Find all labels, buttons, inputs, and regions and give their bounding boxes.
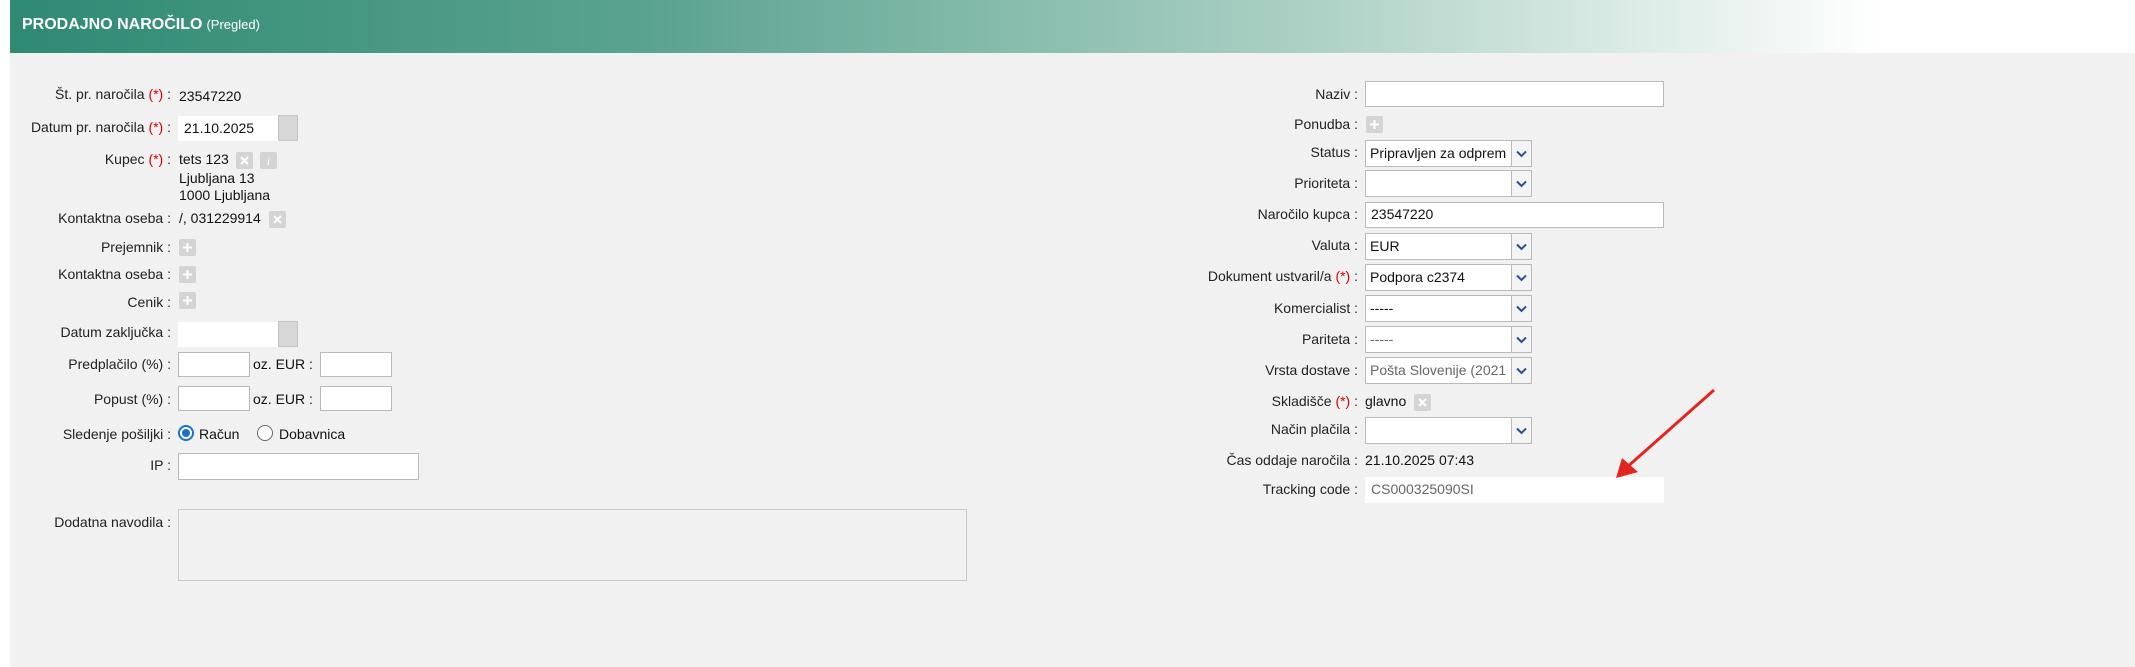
chevron-down-icon bbox=[1511, 234, 1531, 259]
recipient-add-icon[interactable] bbox=[179, 239, 196, 256]
commercialist-value: ----- bbox=[1370, 300, 1394, 316]
status-label: Status : bbox=[1310, 144, 1358, 160]
created-by-label: Dokument ustvaril/a (*) : bbox=[1207, 268, 1358, 284]
buyer-remove-icon[interactable] bbox=[236, 152, 253, 169]
currency-label: Valuta : bbox=[1311, 237, 1358, 253]
pricelist-add-icon[interactable] bbox=[179, 292, 196, 309]
close-date-label: Datum zaključka : bbox=[60, 324, 171, 340]
buyer-info-icon[interactable]: i bbox=[260, 152, 277, 169]
notes-textarea[interactable] bbox=[178, 509, 967, 581]
annotation-arrow bbox=[1616, 388, 1715, 478]
commercialist-label: Komercialist : bbox=[1273, 300, 1358, 316]
prepayment-eur-label: oz. EUR : bbox=[253, 356, 313, 372]
currency-select[interactable]: EUR bbox=[1365, 233, 1532, 260]
chevron-down-icon bbox=[1511, 265, 1531, 290]
prepayment-eur-input[interactable] bbox=[320, 352, 392, 377]
status-select[interactable]: Pripravljen za odprem bbox=[1365, 140, 1532, 167]
calendar-icon[interactable] bbox=[278, 115, 298, 141]
ip-label: IP : bbox=[150, 457, 171, 473]
tracking-label: Sledenje pošiljki : bbox=[62, 426, 171, 442]
recipient-label: Prejemnik : bbox=[100, 239, 171, 255]
parity-select[interactable]: ----- bbox=[1365, 326, 1532, 353]
chevron-down-icon bbox=[1511, 296, 1531, 321]
title-subtitle: (Pregled) bbox=[206, 17, 260, 32]
notes-label: Dodatna navodila : bbox=[54, 514, 171, 530]
contact-value: /, 031229914 bbox=[179, 210, 261, 226]
buyer-city: 1000 Ljubljana bbox=[179, 187, 271, 203]
priority-label: Prioriteta : bbox=[1294, 175, 1358, 191]
discount-eur-label: oz. EUR : bbox=[253, 391, 313, 407]
chevron-down-icon bbox=[1511, 141, 1531, 166]
customer-order-input[interactable]: 23547220 bbox=[1365, 202, 1664, 228]
warehouse-remove-icon[interactable] bbox=[1414, 394, 1431, 411]
radio-dobavnica-label: Dobavnica bbox=[279, 426, 346, 442]
delivery-type-select[interactable]: Pošta Slovenije (2021 bbox=[1365, 357, 1532, 384]
created-by-select[interactable]: Podpora c2374 bbox=[1365, 264, 1532, 291]
delivery-type-label: Vrsta dostave : bbox=[1265, 362, 1358, 378]
ip-input[interactable] bbox=[178, 453, 419, 480]
radio-racun[interactable] bbox=[178, 425, 194, 441]
created-by-value: Podpora c2374 bbox=[1370, 269, 1465, 285]
contact2-add-icon[interactable] bbox=[179, 266, 196, 283]
customer-order-label: Naročilo kupca : bbox=[1257, 206, 1358, 222]
title-text: PRODAJNO NAROČILO bbox=[22, 16, 203, 33]
submit-time-label: Čas oddaje naročila : bbox=[1226, 452, 1358, 468]
chevron-down-icon bbox=[1511, 171, 1531, 196]
order-date-input[interactable]: 21.10.2025 bbox=[178, 116, 278, 141]
buyer-label: Kupec (*) : bbox=[104, 151, 171, 167]
close-date-input[interactable] bbox=[178, 322, 278, 347]
buyer-name: tets 123 bbox=[179, 151, 229, 167]
submit-time-value: 21.10.2025 07:43 bbox=[1365, 452, 1474, 468]
parity-value: ----- bbox=[1370, 331, 1394, 347]
discount-eur-input[interactable] bbox=[320, 386, 392, 411]
calendar-icon[interactable] bbox=[278, 321, 298, 347]
parity-label: Pariteta : bbox=[1301, 331, 1358, 347]
prepayment-pct-input[interactable] bbox=[178, 352, 250, 377]
pricelist-label: Cenik : bbox=[127, 294, 171, 310]
priority-select[interactable] bbox=[1365, 170, 1532, 197]
page-header: PRODAJNO NAROČILO (Pregled) bbox=[10, 0, 2135, 53]
contact-remove-icon[interactable] bbox=[269, 211, 286, 228]
discount-label: Popust (%) : bbox=[93, 391, 171, 407]
offer-label: Ponudba : bbox=[1294, 116, 1358, 132]
order-date-label: Datum pr. naročila (*) : bbox=[30, 119, 171, 135]
offer-add-icon[interactable] bbox=[1366, 116, 1383, 133]
commercialist-select[interactable]: ----- bbox=[1365, 295, 1532, 322]
payment-method-label: Način plačila : bbox=[1270, 421, 1358, 437]
order-no-value: 23547220 bbox=[179, 88, 242, 104]
svg-text:i: i bbox=[267, 157, 270, 166]
chevron-down-icon bbox=[1511, 418, 1531, 443]
prepayment-label: Predplačilo (%) : bbox=[68, 356, 171, 372]
radio-racun-label: Račun bbox=[199, 426, 240, 442]
warehouse-label: Skladišče (*) : bbox=[1271, 393, 1358, 409]
chevron-down-icon bbox=[1511, 327, 1531, 352]
name-label: Naziv : bbox=[1315, 86, 1358, 102]
chevron-down-icon bbox=[1511, 358, 1531, 383]
tracking-code-label: Tracking code : bbox=[1262, 481, 1358, 497]
currency-value: EUR bbox=[1370, 238, 1400, 254]
contact2-label: Kontaktna oseba : bbox=[58, 266, 171, 282]
page-title: PRODAJNO NAROČILO (Pregled) bbox=[22, 16, 260, 34]
buyer-street: Ljubljana 13 bbox=[179, 170, 255, 186]
discount-pct-input[interactable] bbox=[178, 386, 250, 411]
order-no-label: Št. pr. naročila (*) : bbox=[55, 86, 171, 102]
delivery-type-value: Pošta Slovenije (2021 bbox=[1370, 362, 1507, 378]
contact-label: Kontaktna oseba : bbox=[58, 210, 171, 226]
radio-dobavnica[interactable] bbox=[257, 425, 273, 441]
name-input[interactable] bbox=[1365, 81, 1664, 107]
status-value: Pripravljen za odprem bbox=[1370, 145, 1507, 161]
warehouse-value: glavno bbox=[1365, 393, 1407, 409]
payment-method-select[interactable] bbox=[1365, 417, 1532, 444]
